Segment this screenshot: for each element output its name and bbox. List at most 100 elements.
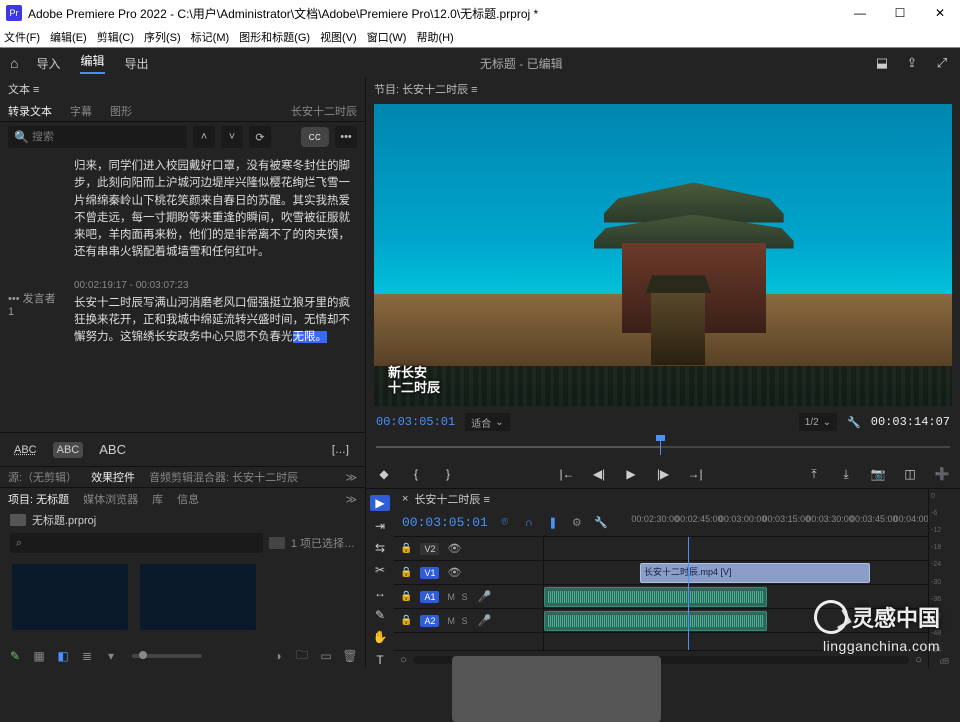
video-clip[interactable]: 长安十二时辰.mp4 [V]	[640, 563, 870, 583]
tabs-overflow[interactable]: ≫	[345, 471, 357, 484]
pen-icon[interactable]: ✎	[8, 649, 22, 663]
track-tag[interactable]: V2	[420, 543, 439, 555]
more-options-button[interactable]: •••	[335, 126, 357, 148]
uppercase-toggle[interactable]: ABC	[95, 440, 130, 459]
lift-icon[interactable]: ⤒	[806, 466, 822, 482]
project-tabs-overflow[interactable]: ≫	[345, 493, 357, 506]
marker-icon[interactable]: ❚	[546, 516, 560, 530]
transcript-search[interactable]: 🔍	[8, 126, 187, 148]
transcript-more-button[interactable]: […]	[326, 442, 355, 458]
ripple-tool[interactable]: ⇆	[370, 540, 390, 556]
search-input[interactable]	[28, 131, 181, 143]
wrench-icon[interactable]: 🔧	[594, 516, 608, 530]
project-items[interactable]	[0, 556, 365, 644]
add-marker-icon[interactable]: ◆	[376, 466, 392, 482]
resolution-dropdown[interactable]: 1/2⌄	[799, 413, 837, 431]
lock-icon[interactable]: 🔒	[400, 591, 412, 602]
zoom-out-icon[interactable]: ○	[400, 654, 407, 666]
tab-libraries[interactable]: 库	[152, 491, 163, 507]
tab-source[interactable]: 源:（无剪辑）	[8, 469, 77, 485]
filter-bin-icon[interactable]	[269, 537, 285, 549]
menu-sequence[interactable]: 序列(S)	[144, 29, 181, 45]
eye-icon[interactable]: 👁	[447, 542, 461, 555]
timeline-timecode[interactable]: 00:03:05:01	[402, 515, 488, 530]
share-icon[interactable]: ⇪	[904, 55, 920, 71]
texttab-graphics[interactable]: 图形	[110, 103, 132, 119]
project-item-thumb[interactable]	[140, 564, 256, 630]
workspace-tab-import[interactable]: 导入	[36, 55, 60, 72]
mute-solo[interactable]: M S	[447, 592, 469, 602]
audio-clip[interactable]	[544, 587, 767, 607]
export-frame-icon[interactable]: 📷	[870, 466, 886, 482]
tab-media-browser[interactable]: 媒体浏览器	[83, 491, 138, 507]
segment-highlight[interactable]: 无限。	[293, 331, 328, 343]
new-bin-icon[interactable]: 🗀	[295, 649, 309, 663]
comparison-view-icon[interactable]: ◫	[902, 466, 918, 482]
spellcheck-toggle[interactable]: ABC	[10, 442, 41, 458]
lock-icon[interactable]: 🔒	[400, 615, 412, 626]
menu-view[interactable]: 视图(V)	[320, 29, 357, 45]
sort-icon[interactable]: ▾	[104, 649, 118, 663]
maximize-button[interactable]: ☐	[880, 0, 920, 26]
track-tag[interactable]: V1	[420, 567, 439, 579]
hand-tool[interactable]: ✋	[370, 629, 390, 645]
timeline-zoom-scrollbar[interactable]	[413, 656, 910, 664]
track-select-tool[interactable]: ⇥	[370, 517, 390, 533]
replace-button[interactable]: ⟳	[249, 126, 271, 148]
case-toggle[interactable]: ABC	[53, 442, 84, 458]
track-header-a1[interactable]: 🔒 A1 M S 🎤	[394, 585, 543, 609]
program-header[interactable]: 节目: 长安十二时辰 ≡	[366, 78, 960, 100]
sequence-settings-icon[interactable]: ⚙	[570, 516, 584, 530]
auto-match-icon[interactable]: ◑	[271, 649, 285, 663]
track-tag[interactable]: A1	[420, 591, 439, 603]
home-icon[interactable]: ⌂	[10, 55, 18, 71]
mute-solo[interactable]: M S	[447, 616, 469, 626]
play-icon[interactable]: ▶	[623, 466, 639, 482]
menu-file[interactable]: 文件(F)	[4, 29, 40, 45]
playhead-icon[interactable]	[660, 439, 661, 455]
timeline-sequence-tab[interactable]: × 长安十二时辰 ≡	[394, 489, 928, 509]
lock-icon[interactable]: 🔒	[400, 567, 412, 578]
button-editor-icon[interactable]: ➕	[934, 466, 950, 482]
menu-markers[interactable]: 标记(M)	[191, 29, 230, 45]
texttab-transcript[interactable]: 转录文本	[8, 103, 52, 119]
razor-tool[interactable]: ✂	[370, 562, 390, 578]
goto-out-icon[interactable]: →|	[687, 466, 703, 482]
project-item-thumb[interactable]	[12, 564, 128, 630]
track-tag[interactable]: A2	[420, 615, 439, 627]
tab-audio-mixer[interactable]: 音频剪辑混合器: 长安十二时辰	[149, 469, 298, 485]
goto-in-icon[interactable]: |←	[559, 466, 575, 482]
fullscreen-icon[interactable]: ⤢	[934, 55, 950, 71]
trash-icon[interactable]: 🗑	[343, 649, 357, 663]
linked-selection-icon[interactable]: ∩	[522, 516, 536, 530]
selection-tool[interactable]: ▶	[370, 495, 390, 511]
track-v1[interactable]: 长安十二时辰.mp4 [V]	[544, 561, 928, 585]
track-v2[interactable]	[544, 537, 928, 561]
workspace-tab-export[interactable]: 导出	[125, 55, 149, 72]
timeline-playhead[interactable]	[688, 537, 689, 650]
track-header-v1[interactable]: 🔒 V1 👁	[394, 561, 543, 585]
step-fwd-icon[interactable]: |▶	[655, 466, 671, 482]
segment-text[interactable]: 归来，同学们进入校园戴好口罩，没有被寒冬封住的脚步，此刻向阳而上沪城河边堤岸兴隆…	[74, 158, 357, 262]
zoom-fit-dropdown[interactable]: 适合⌄	[465, 413, 509, 431]
thumb-size-slider[interactable]	[132, 654, 202, 658]
workspace-tab-edit[interactable]: 编辑	[80, 52, 104, 74]
menu-graphics[interactable]: 图形和标题(G)	[239, 29, 310, 45]
close-button[interactable]: ✕	[920, 0, 960, 26]
lock-icon[interactable]: 🔒	[400, 543, 412, 554]
tab-project[interactable]: 项目: 无标题	[8, 491, 69, 507]
transcript-segment[interactable]: ••• 发言者 1 00:02:19:17 - 00:03:07:23 长安十二…	[8, 278, 357, 347]
audio-clip[interactable]	[544, 611, 767, 631]
project-filename[interactable]: 无标题.prproj	[32, 512, 96, 528]
menu-help[interactable]: 帮助(H)	[416, 29, 453, 45]
step-back-icon[interactable]: ◀|	[591, 466, 607, 482]
eye-icon[interactable]: 👁	[447, 566, 461, 579]
snap-icon[interactable]: ⌾	[498, 516, 512, 530]
quick-export-icon[interactable]: ⬓	[874, 55, 890, 71]
mark-in-icon[interactable]: {	[408, 466, 424, 482]
program-tc-current[interactable]: 00:03:05:01	[376, 415, 455, 429]
freeform-view-icon[interactable]: ◧	[56, 649, 70, 663]
mic-icon[interactable]: 🎤	[477, 614, 491, 627]
timeline-ruler[interactable]: 00:02:30:00 00:02:45:00 00:03:00:00 00:0…	[616, 514, 928, 532]
extract-icon[interactable]: ⤓	[838, 466, 854, 482]
